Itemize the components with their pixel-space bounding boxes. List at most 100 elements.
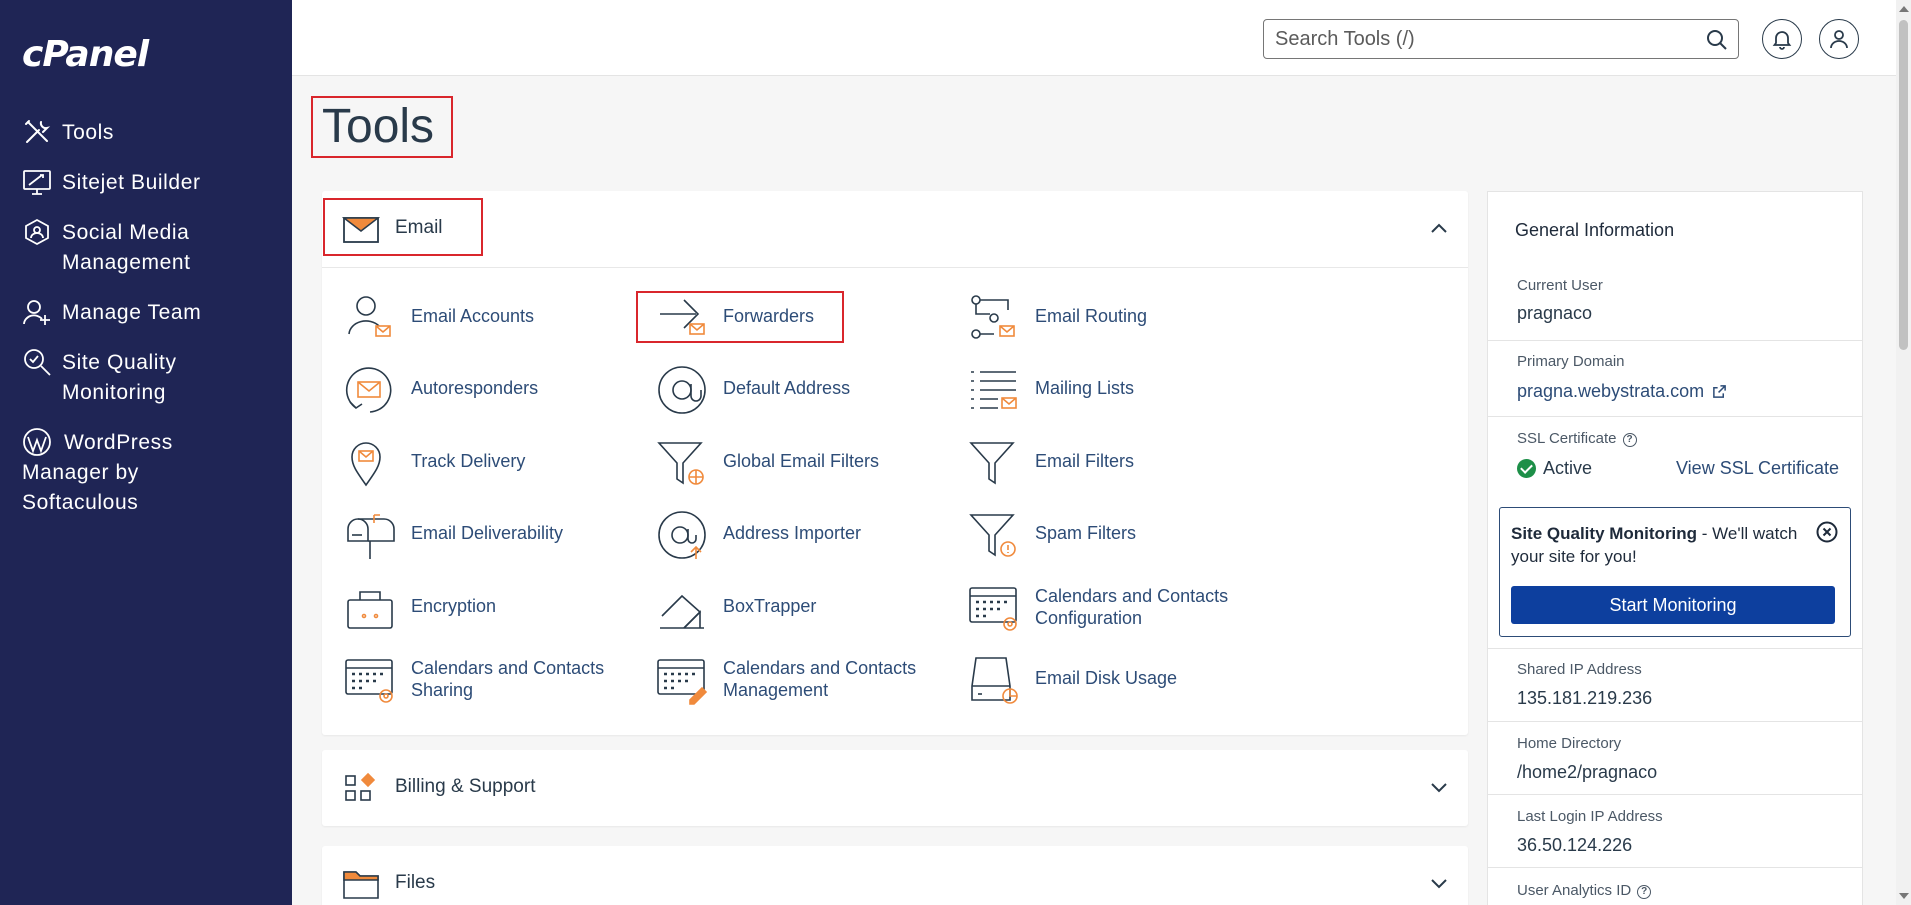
tool-email-deliverability[interactable]: Email Deliverability	[344, 505, 644, 561]
tool-boxtrapper[interactable]: BoxTrapper	[656, 578, 956, 634]
files-section-header[interactable]: Files	[322, 846, 1468, 905]
tool-label: Email Routing	[1035, 306, 1148, 326]
tool-email-disk-usage[interactable]: Email Disk Usage	[968, 650, 1268, 706]
info-last-login-ip: Last Login IP Address 36.50.124.226	[1488, 794, 1862, 867]
info-value: 135.181.219.236	[1517, 688, 1653, 708]
scroll-down-arrow[interactable]	[1899, 893, 1909, 899]
tool-label: Default Address	[723, 378, 851, 398]
external-link-icon[interactable]	[1712, 384, 1727, 399]
tool-address-importer[interactable]: Address Importer	[656, 505, 956, 561]
info-label: Last Login IP Address	[1517, 808, 1663, 825]
search-icon[interactable]	[1706, 29, 1728, 51]
key-case-icon	[344, 582, 396, 634]
sidebar-item-label: Tools	[62, 121, 115, 144]
info-label: Primary Domain	[1517, 353, 1625, 370]
info-shared-ip: Shared IP Address 135.181.219.236	[1488, 648, 1862, 721]
billing-section-header[interactable]: Billing & Support	[322, 750, 1468, 826]
billing-blocks-icon	[345, 772, 376, 801]
tool-default-address[interactable]: Default Address	[656, 360, 956, 416]
tool-encryption[interactable]: Encryption	[344, 578, 644, 634]
billing-section: Billing & Support	[322, 750, 1468, 826]
calendar-pencil-icon	[656, 654, 708, 706]
social-media-icon	[22, 217, 52, 247]
sidebar-item-tools[interactable]: Tools	[22, 118, 282, 148]
analytics-label: User Analytics ID	[1517, 882, 1632, 899]
email-accounts-icon	[344, 292, 396, 344]
primary-domain-link[interactable]: pragna.webystrata.com	[1517, 381, 1704, 401]
scroll-thumb[interactable]	[1899, 20, 1908, 350]
info-value: /home2/pragnaco	[1517, 762, 1658, 782]
sidebar-item-wordpress[interactable]: WordPress Manager by Softaculous	[22, 428, 282, 518]
tool-email-accounts[interactable]: Email Accounts	[344, 288, 644, 344]
tool-autoresponders[interactable]: Autoresponders	[344, 360, 644, 416]
tool-calendars-contacts-configuration[interactable]: Calendars and Contacts Configuration	[968, 578, 1268, 634]
bell-icon	[1772, 31, 1792, 50]
tool-calendars-contacts-sharing[interactable]: Calendars and Contacts Sharing	[344, 650, 644, 706]
funnel-icon	[968, 437, 1020, 489]
view-ssl-certificate-link[interactable]: View SSL Certificate	[1676, 458, 1839, 479]
help-icon[interactable]: ?	[1622, 433, 1637, 447]
files-section: Files	[322, 846, 1468, 905]
trap-icon	[656, 582, 708, 634]
magnifier-icon	[22, 347, 52, 377]
funnel-alert-icon	[968, 509, 1020, 561]
monitor-builder-icon	[22, 167, 52, 197]
autoresponders-icon	[344, 364, 396, 416]
section-label: Files	[395, 872, 436, 893]
tool-spam-filters[interactable]: Spam Filters	[968, 505, 1268, 561]
chevron-down-icon[interactable]	[1428, 872, 1450, 894]
search-input[interactable]	[1264, 20, 1684, 58]
sidebar-item-site-quality[interactable]: Site Quality Monitoring	[22, 348, 282, 408]
at-sign-icon	[656, 364, 708, 416]
page-title: Tools	[311, 96, 453, 158]
sqm-text: Site Quality Monitoring - We'll watch yo…	[1511, 522, 1801, 568]
page-scrollbar[interactable]	[1896, 0, 1911, 905]
sidebar-item-manage-team[interactable]: Manage Team	[22, 298, 282, 328]
calendar-at-icon	[968, 582, 1020, 634]
info-title: General Information	[1515, 220, 1675, 240]
tool-label: Address Importer	[723, 523, 862, 543]
cpanel-logo[interactable]: cPanel	[22, 34, 149, 75]
wordpress-icon	[22, 427, 52, 457]
chevron-down-icon[interactable]	[1428, 776, 1450, 798]
tool-label: Mailing Lists	[1035, 378, 1135, 398]
info-label: SSL Certificate?	[1517, 430, 1637, 447]
sidebar-item-label: Sitejet Builder	[62, 171, 201, 194]
user-menu-button[interactable]	[1819, 19, 1859, 59]
tool-label: BoxTrapper	[723, 596, 817, 616]
funnel-globe-icon	[656, 437, 708, 489]
tool-email-filters[interactable]: Email Filters	[968, 433, 1268, 489]
sidebar-item-label: Social Media Management	[62, 221, 191, 274]
email-section-header[interactable]: Email	[322, 191, 1468, 267]
forwarders-icon	[656, 292, 708, 344]
sidebar: cPanel Tools Sitejet Builder Social Medi…	[0, 0, 292, 905]
sqm-title: Site Quality Monitoring	[1511, 524, 1698, 543]
info-label: Current User	[1517, 277, 1603, 294]
notifications-button[interactable]	[1762, 19, 1802, 59]
folder-icon	[343, 871, 379, 899]
scroll-up-arrow[interactable]	[1899, 6, 1909, 12]
sidebar-item-label: WordPress Manager by Softaculous	[22, 431, 173, 514]
tool-label: Spam Filters	[1035, 523, 1137, 543]
tool-mailing-lists[interactable]: Mailing Lists	[968, 360, 1268, 416]
info-label: Home Directory	[1517, 735, 1622, 752]
map-pin-icon	[344, 437, 396, 489]
tool-label: Email Accounts	[411, 306, 535, 326]
calendar-gear-icon	[344, 654, 396, 706]
tool-label: Forwarders	[723, 306, 815, 326]
tool-label: Global Email Filters	[723, 451, 880, 471]
close-icon[interactable]	[1816, 521, 1838, 543]
help-icon[interactable]: ?	[1637, 885, 1652, 899]
sidebar-nav: Tools Sitejet Builder Social Media Manag…	[22, 118, 282, 538]
tool-global-email-filters[interactable]: Global Email Filters	[656, 433, 956, 489]
tool-calendars-contacts-management[interactable]: Calendars and Contacts Management	[656, 650, 956, 706]
top-bar	[292, 0, 1896, 76]
start-monitoring-button[interactable]: Start Monitoring	[1511, 586, 1835, 624]
ssl-status: Active	[1517, 458, 1592, 479]
sidebar-item-social-media[interactable]: Social Media Management	[22, 218, 282, 278]
chevron-up-icon[interactable]	[1428, 217, 1450, 239]
tool-forwarders[interactable]: Forwarders	[656, 288, 956, 344]
tool-email-routing[interactable]: Email Routing	[968, 288, 1268, 344]
sidebar-item-sitejet[interactable]: Sitejet Builder	[22, 168, 282, 198]
tool-track-delivery[interactable]: Track Delivery	[344, 433, 644, 489]
